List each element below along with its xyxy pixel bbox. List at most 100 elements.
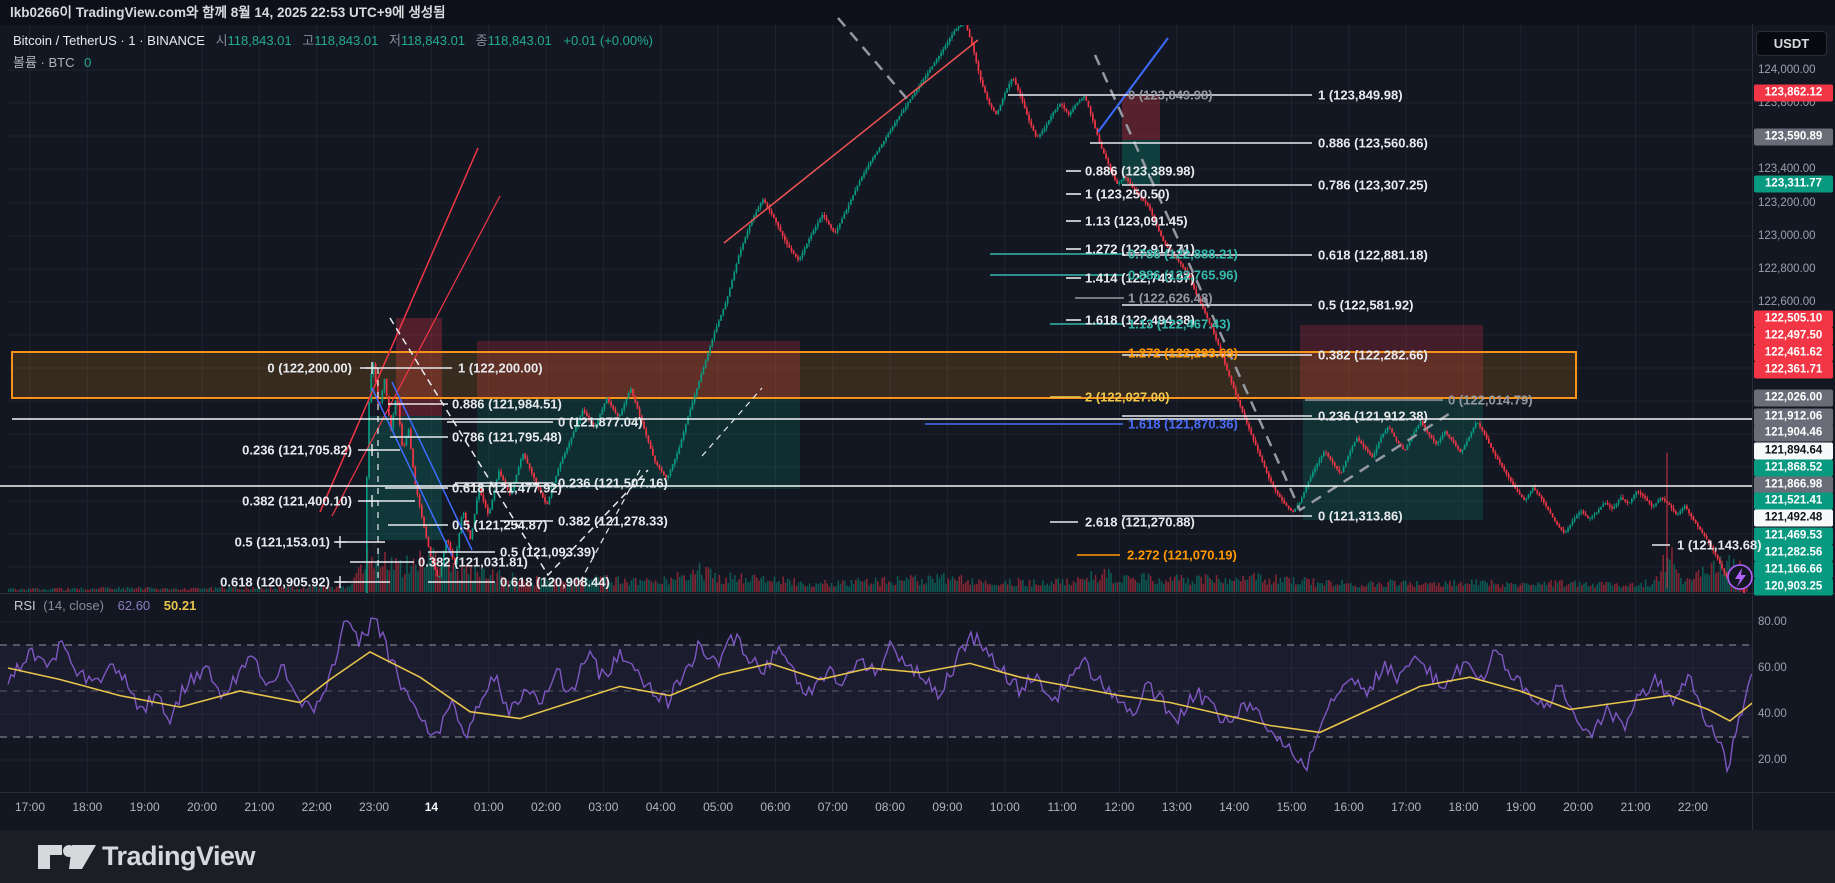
fib-label[interactable]: 0.236 (121,507.16) (558, 476, 668, 491)
time-axis-label: 15:00 (1276, 800, 1307, 814)
fib-label[interactable]: 1.13 (123,091.45) (1085, 214, 1188, 229)
fib-label[interactable]: 0.5 (122,581.92) (1318, 298, 1413, 313)
tradingview-logo-icon[interactable] (36, 843, 98, 871)
price-axis-label: 124,000.00 (1758, 64, 1816, 76)
high-label: 고 (302, 33, 315, 48)
time-axis-label: 21:00 (244, 800, 275, 814)
fib-label[interactable]: 0.5 (121,153.01) (235, 535, 330, 550)
time-axis-label: 07:00 (817, 800, 848, 814)
fib-label[interactable]: 0.382 (122,282.66) (1318, 348, 1428, 363)
time-axis-label: 06:00 (760, 800, 791, 814)
rsi-value: 62.60 (117, 598, 151, 613)
price-badge: 122,497.50 (1754, 327, 1833, 345)
fib-label[interactable]: 0.618 (121,477.92) (452, 481, 562, 496)
rsi-axis-label: 80.00 (1758, 616, 1787, 628)
fib-label[interactable]: 0 (121,877.04) (558, 415, 643, 430)
fib-label[interactable]: 0.786 (121,795.48) (452, 430, 562, 445)
symbol-legend-row[interactable]: Bitcoin / TetherUS · 1 · BINANCE 시118,84… (13, 30, 653, 49)
fib-label[interactable]: 0.5 (121,093.39) (500, 545, 595, 560)
fib-label[interactable]: 0.5 (121,254.87) (452, 518, 547, 533)
fib-label[interactable]: 0.382 (121,278.33) (558, 514, 668, 529)
fib-label[interactable]: 1 (122,626.48) (1128, 291, 1213, 306)
time-axis-label: 11:00 (1047, 800, 1077, 814)
fib-label[interactable]: 0 (123,849.98) (1128, 88, 1213, 103)
fib-label[interactable]: 0 (122,014.79) (1448, 393, 1533, 408)
time-axis-label: 22:00 (301, 800, 332, 814)
time-axis-label: 19:00 (1505, 800, 1536, 814)
time-axis-label: 13:00 (1161, 800, 1192, 814)
fib-label[interactable]: 1 (123,849.98) (1318, 88, 1403, 103)
fib-label[interactable]: 0 (122,200.00) (267, 361, 352, 376)
close-label: 종 (475, 33, 488, 48)
time-axis-label: 05:00 (703, 800, 734, 814)
time-axis-label: 18:00 (72, 800, 103, 814)
fib-label[interactable]: 2.618 (121,270.88) (1085, 515, 1195, 530)
time-axis-label: 21:00 (1620, 800, 1651, 814)
price-badge: 121,866.98 (1754, 476, 1833, 494)
time-axis-label: 03:00 (588, 800, 619, 814)
price-badge: 123,590.89 (1754, 128, 1833, 146)
fib-label[interactable]: 0.786 (122,888.21) (1128, 247, 1238, 262)
rsi-axis-label: 40.00 (1758, 708, 1787, 720)
price-chart[interactable] (0, 0, 1835, 883)
footer-bar: TradingView (0, 830, 1835, 883)
time-axis-label: 22:00 (1677, 800, 1708, 814)
symbol-title[interactable]: Bitcoin / TetherUS · 1 · BINANCE (13, 33, 205, 48)
dashed-connector[interactable] (837, 17, 909, 101)
fib-label[interactable]: 0.618 (120,905.92) (220, 575, 330, 590)
fib-label[interactable]: 0.886 (122,765.96) (1128, 268, 1238, 283)
high-value: 118,843.01 (314, 33, 379, 48)
fib-label[interactable]: 0.236 (121,705.82) (242, 443, 352, 458)
open-label: 시 (215, 33, 228, 48)
short-profit-box-1[interactable] (368, 416, 442, 540)
fib-label[interactable]: 1.618 (121,870.36) (1128, 417, 1238, 432)
fib-label[interactable]: 0.786 (123,307.25) (1318, 178, 1428, 193)
time-axis-label: 20:00 (187, 800, 218, 814)
price-badge: 120,903.25 (1754, 578, 1833, 596)
fib-label[interactable]: 2 (122,027.00) (1085, 390, 1170, 405)
rsi-name: RSI (14, 598, 36, 613)
price-badge: 122,505.10 (1754, 310, 1833, 328)
price-badge: 121,904.46 (1754, 424, 1833, 442)
position-boxes (368, 95, 1483, 540)
time-axis-label: 12:00 (1104, 800, 1135, 814)
time-axis-label: 10:00 (989, 800, 1020, 814)
fib-label[interactable]: 0 (121,313.86) (1318, 509, 1403, 524)
time-axis-label: 02:00 (531, 800, 562, 814)
fib-label[interactable]: 0.382 (121,400.10) (242, 494, 352, 509)
low-label: 저 (388, 33, 401, 48)
time-axis-label: 01:00 (473, 800, 504, 814)
time-axis-label: 17:00 (14, 800, 46, 814)
price-axis-label: 123,200.00 (1758, 197, 1816, 209)
time-axis-label: 14:00 (1219, 800, 1250, 814)
tradingview-snapshot: lkb0266이 TradingView.com와 함께 8월 14, 2025… (0, 0, 1835, 883)
fib-label[interactable]: 1.272 (122,293.69) (1128, 346, 1238, 361)
price-badge: 121,469.53 (1754, 527, 1833, 545)
price-badge: 122,026.00 (1754, 389, 1833, 407)
open-value: 118,843.01 (227, 33, 292, 48)
price-axis-label: 122,800.00 (1758, 263, 1816, 275)
rsi-legend[interactable]: RSI (14, close) 62.60 50.21 (14, 598, 196, 613)
fib-label[interactable]: 2.272 (121,070.19) (1127, 548, 1237, 563)
currency-toggle-button[interactable]: USDT (1756, 31, 1827, 56)
fib-label[interactable]: 0.886 (123,389.98) (1085, 164, 1195, 179)
volume-value: 0 (84, 55, 92, 70)
lightning-icon[interactable] (1727, 564, 1753, 590)
volume-legend-row[interactable]: 볼륨 · BTC 0 (13, 52, 91, 71)
volume-label: 볼륨 · BTC (13, 55, 75, 70)
fib-label[interactable]: 0.886 (121,984.51) (452, 397, 562, 412)
fib-label[interactable]: 1 (122,200.00) (458, 361, 543, 376)
price-badge: 121,492.48 (1754, 509, 1833, 527)
fib-label[interactable]: 0.886 (123,560.86) (1318, 136, 1428, 151)
fib-label[interactable]: 1 (121,143.68) (1677, 538, 1762, 553)
price-badge: 122,461.62 (1754, 344, 1833, 362)
fib-label[interactable]: 1.13 (122,467.43) (1128, 317, 1231, 332)
fib-label[interactable]: 0.236 (121,912.38) (1318, 409, 1428, 424)
low-value: 118,843.01 (400, 33, 466, 48)
close-value: 118,843.01 (487, 33, 552, 48)
fib-label[interactable]: 0.618 (122,881.18) (1318, 248, 1428, 263)
fib-label[interactable]: 1 (123,250.50) (1085, 187, 1170, 202)
price-badge: 122,361.71 (1754, 361, 1833, 379)
tradingview-logo-text[interactable]: TradingView (102, 841, 256, 872)
fib-label[interactable]: 0.618 (120,908.44) (500, 575, 610, 590)
